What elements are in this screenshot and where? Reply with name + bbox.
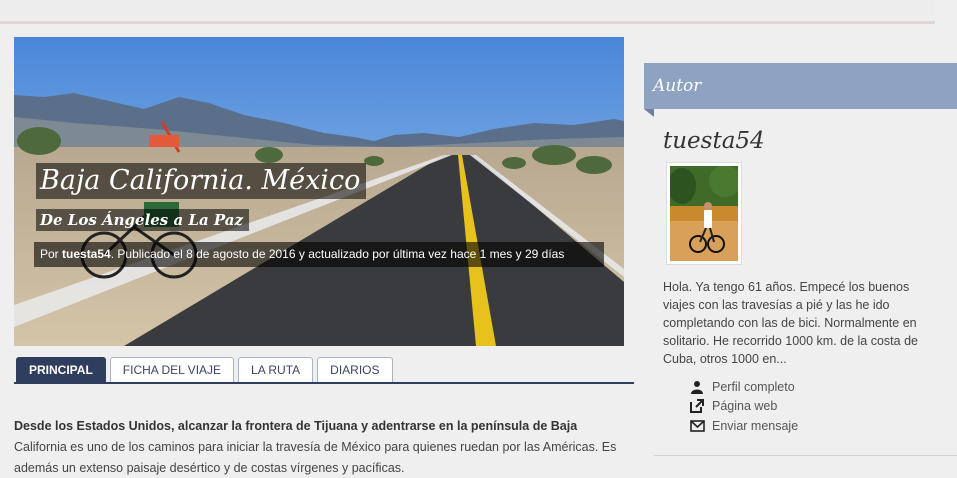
avatar-photo xyxy=(670,166,738,261)
tab-bar: PRINCIPAL FICHA DEL VIAJE LA RUTA DIARIO… xyxy=(16,357,393,384)
meta-prefix: Por xyxy=(40,247,63,261)
link-label: Página web xyxy=(712,399,778,414)
tab-diarios[interactable]: DIARIOS xyxy=(317,357,393,382)
meta-text: . Publicado el 8 de agosto de 2016 y act… xyxy=(110,247,565,261)
tab-la-ruta[interactable]: LA RUTA xyxy=(238,357,314,382)
link-label: Perfil completo xyxy=(712,379,795,394)
top-bar xyxy=(0,0,935,24)
intro-rest: California es uno de los caminos para in… xyxy=(14,440,617,475)
author-links: Perfil completo Página web Enviar mensaj… xyxy=(688,377,798,436)
sidebar-heading: Autor xyxy=(644,63,957,109)
hero-image: Baja California. México De Los Ángeles a… xyxy=(14,37,624,346)
external-link-icon xyxy=(688,398,706,414)
author-bio: Hola. Ya tengo 61 años. Empecé los bueno… xyxy=(663,280,918,366)
hero-subtitle: De Los Ángeles a La Paz xyxy=(36,209,250,231)
link-enviar-mensaje[interactable]: Enviar mensaje xyxy=(688,416,798,436)
avatar[interactable] xyxy=(666,162,742,265)
link-pagina-web[interactable]: Página web xyxy=(688,397,798,417)
heading-notch xyxy=(644,109,654,117)
envelope-icon xyxy=(688,418,706,434)
tab-underline xyxy=(14,382,634,384)
user-icon xyxy=(688,379,706,395)
meta-author-link[interactable]: tuesta54 xyxy=(62,247,111,261)
sidebar-divider xyxy=(654,455,957,456)
intro-text: Desde los Estados Unidos, alcanzar la fr… xyxy=(14,416,634,478)
tab-ficha-del-viaje[interactable]: FICHA DEL VIAJE xyxy=(109,357,235,382)
hero-meta: Por tuesta54. Publicado el 8 de agosto d… xyxy=(34,242,604,267)
link-perfil-completo[interactable]: Perfil completo xyxy=(688,377,798,397)
author-name[interactable]: tuesta54 xyxy=(663,128,765,154)
intro-bold: Desde los Estados Unidos, alcanzar la fr… xyxy=(14,419,578,433)
hero-title: Baja California. México xyxy=(36,163,367,199)
tab-principal[interactable]: PRINCIPAL xyxy=(16,357,106,382)
link-label: Enviar mensaje xyxy=(712,418,799,433)
